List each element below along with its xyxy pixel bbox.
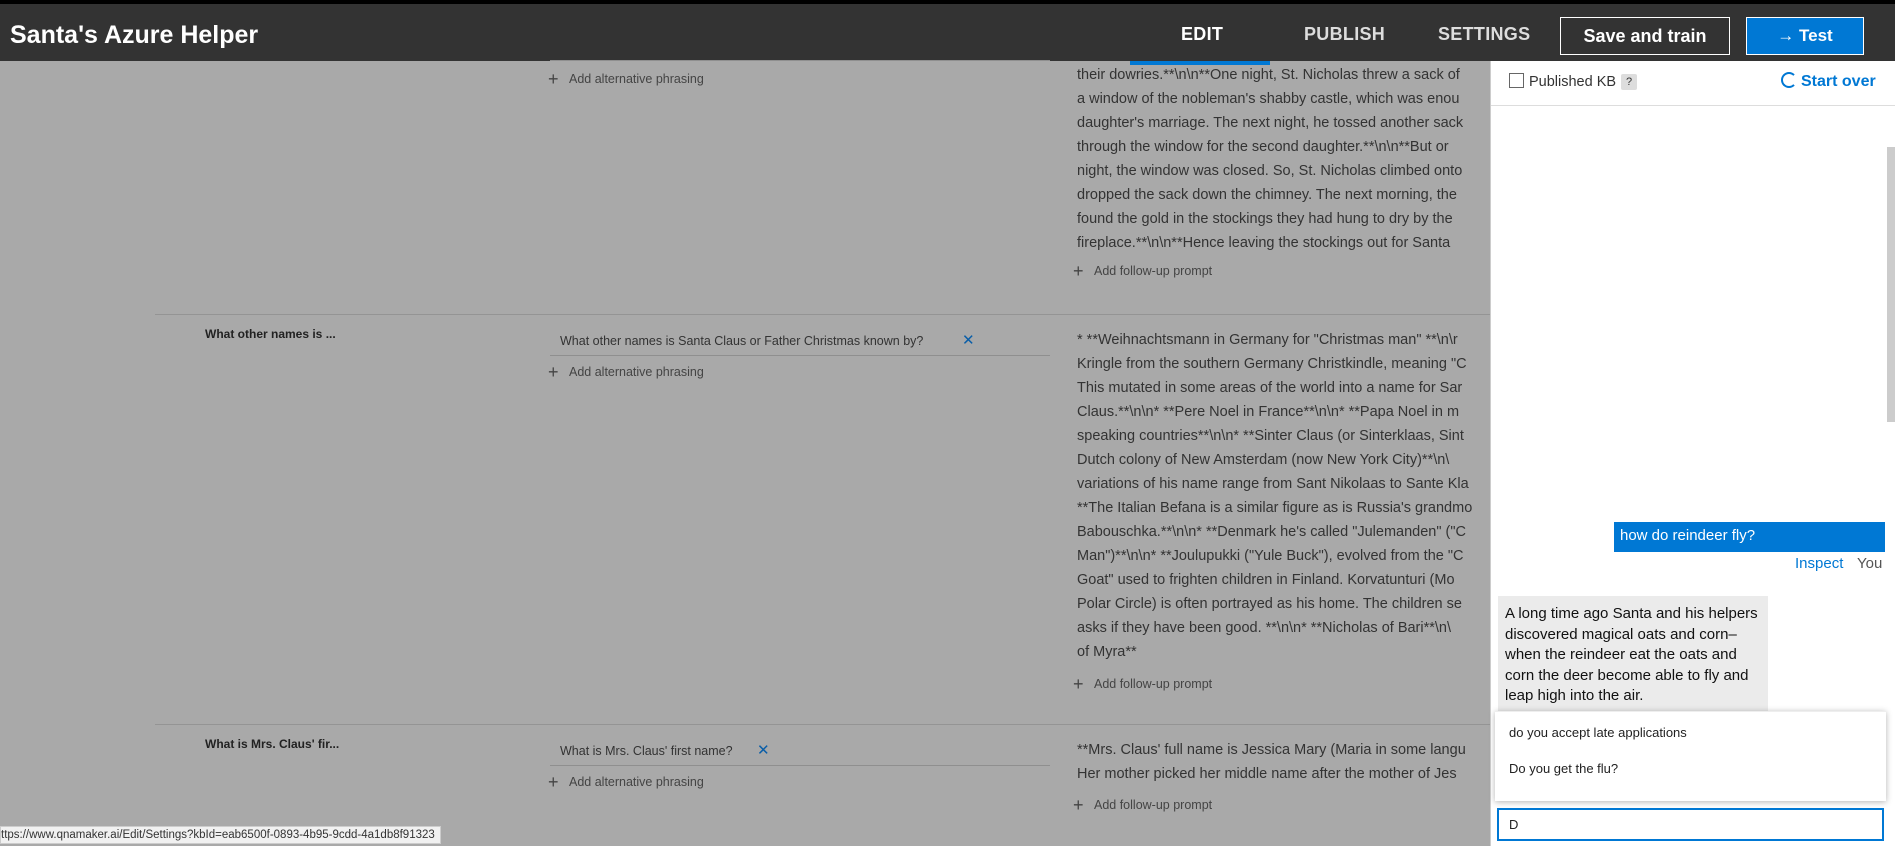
- tab-edit[interactable]: EDIT: [1181, 24, 1223, 45]
- plus-icon: +: [548, 772, 559, 792]
- suggestion-item[interactable]: Do you get the flu?: [1509, 761, 1618, 776]
- plus-icon: +: [548, 69, 559, 89]
- plus-icon: +: [1073, 795, 1084, 815]
- user-message-bubble: how do reindeer fly?: [1614, 522, 1885, 552]
- inspect-link[interactable]: Inspect: [1795, 555, 1843, 572]
- add-follow-up-prompt-link[interactable]: + Add follow-up prompt: [1073, 795, 1212, 816]
- status-url: ttps://www.qnamaker.ai/Edit/Settings?kbI…: [0, 826, 441, 844]
- row-divider: [155, 724, 1495, 725]
- row-divider: [155, 314, 1495, 315]
- phrase-box: [550, 33, 1050, 61]
- question-label[interactable]: What other names is ...: [205, 327, 336, 341]
- save-and-train-button[interactable]: Save and train: [1560, 17, 1730, 55]
- answer-text[interactable]: their dowries.**\n\n**One night, St. Nic…: [1077, 63, 1492, 255]
- published-kb-label: Published KB: [1529, 74, 1617, 90]
- bot-response-bubble: A long time ago Santa and his helpers di…: [1498, 596, 1768, 716]
- phrase-text[interactable]: What is Mrs. Claus' first name?: [560, 744, 733, 758]
- help-icon[interactable]: ?: [1621, 74, 1637, 90]
- refresh-icon: [1781, 72, 1797, 88]
- plus-icon: +: [1073, 261, 1084, 281]
- chat-header: Published KB ? Start over: [1491, 61, 1895, 106]
- test-chat-panel: Published KB ? Start over how do reindee…: [1490, 61, 1895, 846]
- question-label[interactable]: What is Mrs. Claus' fir...: [205, 737, 339, 751]
- suggestion-item[interactable]: do you accept late applications: [1509, 725, 1687, 740]
- tab-settings[interactable]: SETTINGS: [1438, 24, 1530, 45]
- add-follow-up-prompt-link[interactable]: + Add follow-up prompt: [1073, 674, 1212, 695]
- autocomplete-dropdown: do you accept late applications Do you g…: [1495, 711, 1886, 801]
- test-button[interactable]: → Test: [1746, 17, 1864, 55]
- phrase-box: What is Mrs. Claus' first name? ✕: [550, 738, 1050, 766]
- app-title: Santa's Azure Helper: [10, 21, 259, 49]
- phrase-text[interactable]: What other names is Santa Claus or Fathe…: [560, 334, 923, 348]
- answer-text[interactable]: **Mrs. Claus' full name is Jessica Mary …: [1077, 738, 1492, 786]
- start-over-button[interactable]: Start over: [1781, 72, 1876, 91]
- plus-icon: +: [548, 362, 559, 382]
- add-follow-up-prompt-link[interactable]: + Add follow-up prompt: [1073, 261, 1212, 282]
- tab-publish[interactable]: PUBLISH: [1304, 24, 1385, 45]
- phrase-box: What other names is Santa Claus or Fathe…: [550, 328, 1050, 356]
- published-kb-checkbox[interactable]: [1509, 73, 1524, 88]
- close-icon[interactable]: ✕: [757, 741, 770, 759]
- add-alternative-phrasing-link[interactable]: + Add alternative phrasing: [548, 772, 704, 793]
- sender-label: You: [1857, 555, 1883, 572]
- plus-icon: +: [1073, 674, 1084, 694]
- chat-message-input[interactable]: [1497, 808, 1884, 841]
- chat-scrollbar[interactable]: [1887, 147, 1895, 422]
- add-alternative-phrasing-link[interactable]: + Add alternative phrasing: [548, 69, 704, 90]
- answer-text[interactable]: * **Weihnachtsmann in Germany for "Chris…: [1077, 328, 1492, 664]
- close-icon[interactable]: ✕: [962, 331, 975, 349]
- add-alternative-phrasing-link[interactable]: + Add alternative phrasing: [548, 362, 704, 383]
